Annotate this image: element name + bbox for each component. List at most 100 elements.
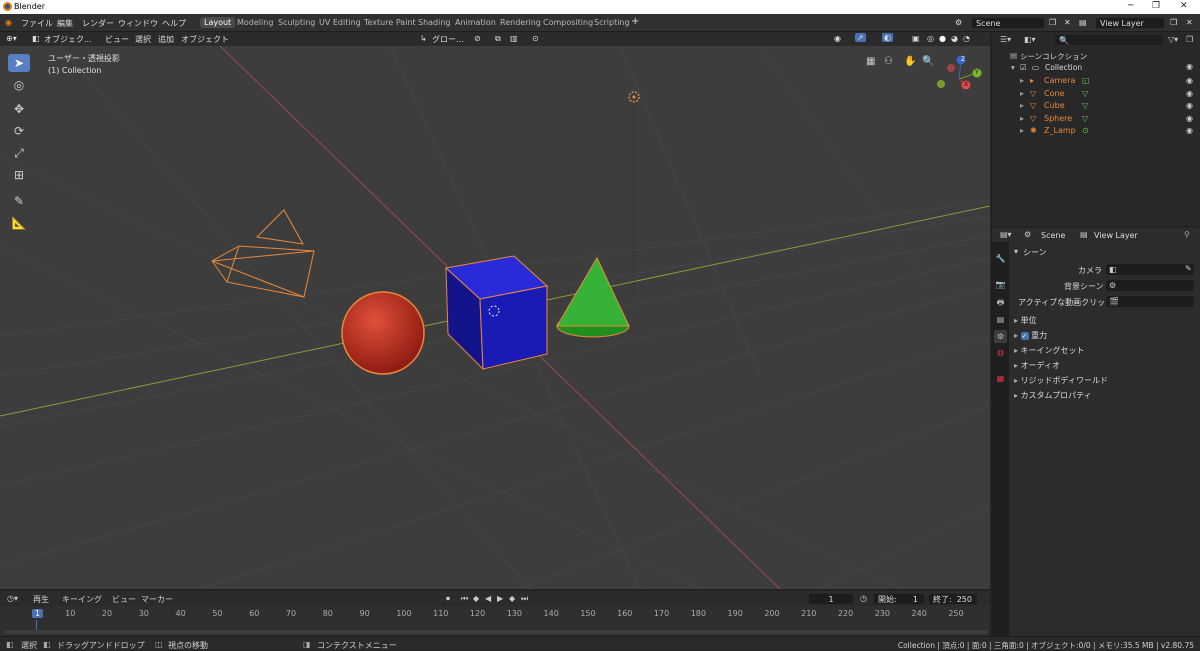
menu-keying[interactable]: キーイング — [62, 594, 102, 605]
outliner-item-camera[interactable]: ▸ ▸ Camera ◱ ◉ — [1020, 76, 1196, 88]
tab-texture-paint[interactable]: Texture Paint — [360, 17, 420, 28]
visibility-eye-icon[interactable]: ◉ — [1186, 76, 1193, 85]
visibility-icon[interactable]: ◉ — [834, 34, 841, 43]
current-frame-marker[interactable]: 1 — [32, 609, 44, 618]
expand-arrow-icon[interactable]: ▸ — [1020, 76, 1024, 85]
scene-collection[interactable]: シーンコレクション — [1020, 51, 1087, 62]
add-workspace-icon[interactable]: + — [631, 16, 639, 27]
properties-type-icon[interactable]: ▤▾ — [1000, 230, 1012, 239]
annotate-tool-icon[interactable]: ✎ — [8, 192, 30, 210]
tab-layout[interactable]: Layout — [200, 17, 236, 28]
jump-start-icon[interactable]: ⏮ — [461, 594, 468, 604]
eyedropper-icon[interactable]: ✎ — [1185, 264, 1192, 273]
jump-end-icon[interactable]: ⏭ — [521, 594, 528, 604]
visibility-eye-icon[interactable]: ◉ — [1186, 126, 1193, 135]
remove-view-layer-icon[interactable]: ✕ — [1186, 18, 1193, 27]
shading-solid-icon[interactable]: ● — [939, 34, 946, 43]
end-frame-field[interactable]: 終了: 250 — [928, 593, 978, 605]
visibility-eye-icon[interactable]: ◉ — [1186, 101, 1193, 110]
visibility-eye-icon[interactable]: ◉ — [1186, 89, 1193, 98]
menu-marker[interactable]: マーカー — [141, 594, 173, 605]
camera-object[interactable] — [211, 209, 315, 298]
outliner-item-cone[interactable]: ▸ ▽ Cone ▽ ◉ — [1020, 89, 1196, 101]
collection-checkbox[interactable]: ☑ — [1020, 63, 1027, 72]
tab-rendering[interactable]: Rendering — [496, 17, 545, 28]
close-icon[interactable]: ✕ — [1180, 1, 1188, 11]
property-section[interactable]: ▸ カスタムプロパティ — [1014, 390, 1194, 402]
tool-tab-icon[interactable]: 🔧 — [994, 252, 1007, 265]
pivot-icon[interactable]: ⊘ — [474, 34, 481, 43]
gizmo-toggle-icon[interactable]: ➚ — [855, 33, 866, 42]
collection-eye-icon[interactable]: ◉ — [1186, 62, 1193, 71]
tab-shading[interactable]: Shading — [414, 17, 455, 28]
render-tab-icon[interactable]: 📷 — [994, 278, 1007, 291]
maximize-icon[interactable]: ❐ — [1152, 1, 1160, 11]
breadcrumb-view-layer[interactable]: View Layer — [1094, 231, 1138, 240]
visibility-eye-icon[interactable]: ◉ — [1186, 114, 1193, 123]
filter-icon[interactable]: ▽▾ — [1168, 35, 1178, 44]
movie-clip-field[interactable]: 🎬 — [1106, 296, 1194, 307]
breadcrumb-scene[interactable]: Scene — [1041, 231, 1065, 240]
rotate-tool-icon[interactable]: ⟳ — [8, 122, 30, 140]
section-expand-icon[interactable]: ▸ — [1014, 376, 1018, 385]
snap-target-icon[interactable]: ▥ — [510, 34, 518, 43]
world-tab-icon[interactable]: ◍ — [994, 346, 1007, 359]
section-expand-icon[interactable]: ▸ — [1014, 361, 1018, 370]
section-expand-icon[interactable]: ▸ — [1014, 331, 1018, 340]
menu-window[interactable]: ウィンドウ — [118, 18, 158, 29]
remove-scene-icon[interactable]: ✕ — [1064, 18, 1071, 27]
move-tool-icon[interactable]: ✥ — [8, 100, 30, 118]
property-section[interactable]: ▸ オーディオ — [1014, 360, 1194, 372]
lamp-object[interactable] — [628, 91, 640, 296]
mode-dropdown[interactable]: オブジェク... — [44, 34, 92, 45]
view-layer-tab-icon[interactable]: ▤ — [994, 313, 1007, 326]
display-mode-icon[interactable]: ◧▾ — [1024, 35, 1036, 44]
menu-file[interactable]: ファイル — [21, 18, 53, 29]
transform-tool-icon[interactable]: ⊞ — [8, 166, 30, 184]
scale-tool-icon[interactable]: ⤢ — [8, 144, 30, 162]
tab-sculpting[interactable]: Sculpting — [274, 17, 319, 28]
shading-wireframe-icon[interactable]: ◎ — [927, 34, 934, 43]
tab-uv-editing[interactable]: UV Editing — [315, 17, 365, 28]
outliner-item-sphere[interactable]: ▸ ▽ Sphere ▽ ◉ — [1020, 114, 1196, 126]
expand-arrow-icon[interactable]: ▸ — [1020, 101, 1024, 110]
menu-view[interactable]: ビュー — [105, 34, 129, 45]
output-tab-icon[interactable]: 🖶 — [994, 296, 1007, 309]
editor-type-icon[interactable]: ⊕▾ — [6, 34, 17, 43]
timeline-scrollbar[interactable] — [4, 630, 988, 634]
gravity-checkbox[interactable]: ✓ — [1020, 332, 1029, 340]
tab-scripting[interactable]: Scripting — [590, 17, 634, 28]
view-layer-field[interactable]: View Layer — [1095, 17, 1165, 29]
current-frame-field[interactable]: 1 — [808, 593, 854, 605]
tab-animation[interactable]: Animation — [451, 17, 500, 28]
overlay-toggle-icon[interactable]: ◐ — [882, 33, 893, 42]
cursor-tool-icon[interactable]: ◎ — [8, 76, 30, 94]
orientation-dropdown[interactable]: グロー... — [432, 34, 464, 45]
viewport-scene[interactable] — [0, 46, 990, 589]
property-section[interactable]: ▸ ✓ 重力 — [1014, 330, 1194, 342]
next-keyframe-icon[interactable]: ◆ — [509, 594, 515, 603]
outliner-search-input[interactable]: 🔍 — [1054, 34, 1164, 46]
blender-menu-icon[interactable]: ◉ — [5, 18, 12, 27]
outliner-item-cube[interactable]: ▸ ▽ Cube ▽ ◉ — [1020, 101, 1196, 113]
3d-viewport[interactable]: Z Y X ユーザー・透視投影 (1) Collection ▦ ⚇ ✋ 🔍 — [0, 46, 990, 589]
outliner-item-z-lamp[interactable]: ▸ ✺ Z_Lamp ⊙ ◉ — [1020, 126, 1196, 138]
pin-icon[interactable]: ⚲ — [1184, 230, 1190, 239]
prev-keyframe-icon[interactable]: ◆ — [473, 594, 479, 603]
expand-arrow-icon[interactable]: ▸ — [1020, 89, 1024, 98]
menu-edit[interactable]: 編集 — [57, 18, 73, 29]
use-preview-range-icon[interactable]: ◷ — [860, 594, 867, 603]
timeline-editor-icon[interactable]: ◷▾ — [7, 594, 18, 603]
measure-tool-icon[interactable]: 📐 — [8, 214, 30, 232]
property-section[interactable]: ▸ キーイングセット — [1014, 345, 1194, 357]
start-frame-field[interactable]: 開始: 1 — [873, 593, 925, 605]
menu-object[interactable]: オブジェクト — [181, 34, 229, 45]
camera-field[interactable]: ◧ — [1106, 264, 1194, 275]
expand-arrow-icon[interactable]: ▸ — [1020, 114, 1024, 123]
record-icon[interactable]: ⏺ — [446, 594, 450, 604]
sphere-object[interactable] — [341, 291, 425, 375]
scene-icon[interactable]: ⚙ — [955, 18, 962, 27]
scene-panel-toggle-icon[interactable]: ▾ — [1014, 247, 1018, 256]
shading-rendered-icon[interactable]: ◔ — [963, 34, 970, 43]
section-expand-icon[interactable]: ▸ — [1014, 391, 1018, 400]
